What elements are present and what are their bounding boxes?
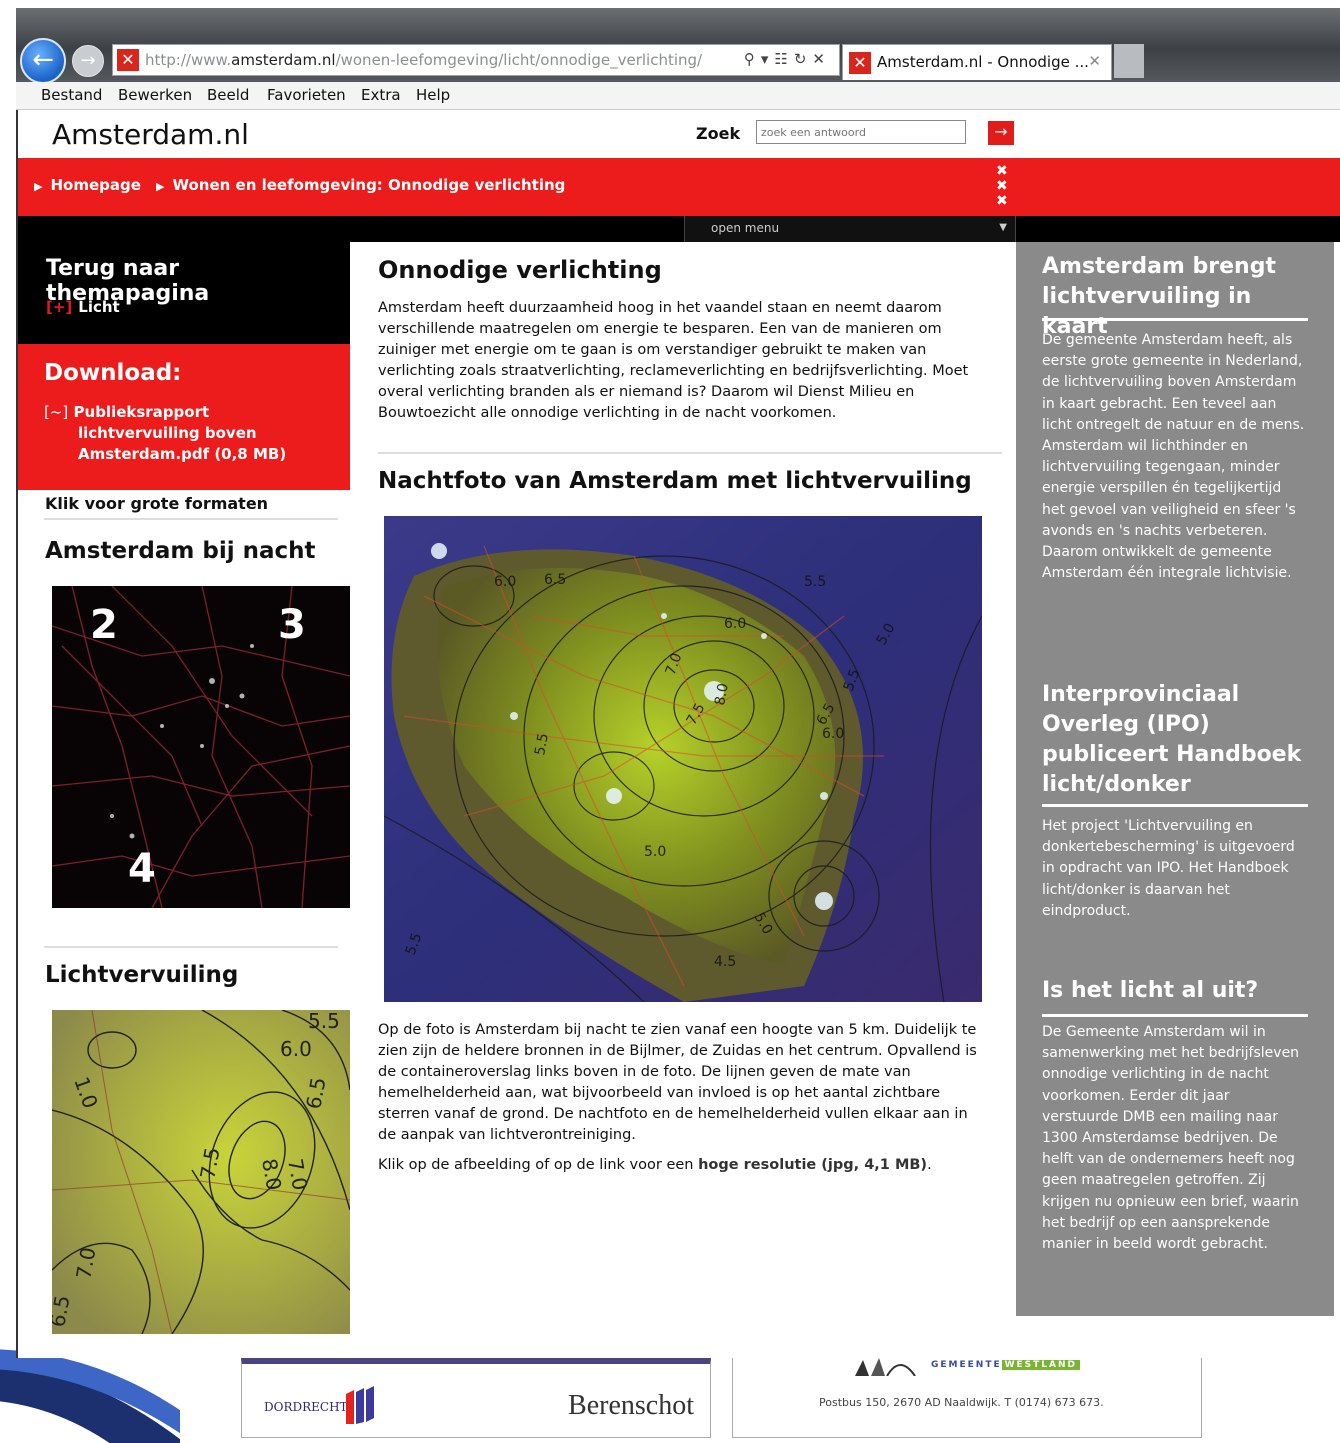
arrow-right-icon: ▶ (34, 180, 43, 193)
menu-bewerken[interactable]: Bewerken (118, 86, 192, 104)
dordrecht-flag-icon (346, 1386, 374, 1424)
menu-help[interactable]: Help (416, 86, 450, 104)
menu-bar: Bestand Bewerken Beeld Favorieten Extra … (16, 82, 1340, 110)
large-formats-link[interactable]: Klik voor grote formaten (45, 494, 268, 513)
westland-logo-text: GEMEENTE WESTLAND (931, 1360, 1081, 1370)
contour-label: 6.5 (544, 572, 566, 588)
partner-card-left: DORDRECHT Berenschot (241, 1358, 711, 1438)
pollution-title: Lichtvervuiling (45, 962, 239, 988)
night-label-3: 3 (278, 602, 306, 648)
compat-icon[interactable]: ☷ (774, 50, 793, 68)
divider (44, 946, 338, 948)
breadcrumb-bar: ▶ Homepage ▶ Wonen en leefomgeving: Onnodi… (18, 158, 1340, 216)
tab-amsterdam[interactable]: ✕ Amsterdam.nl - Onnodige ... ✕ (842, 44, 1112, 80)
night-photo-map[interactable]: 6.0 6.5 7.0 5.5 6.0 7.5 8.0 6.5 6.0 5.5 … (384, 516, 982, 1002)
back-button[interactable]: ← (20, 38, 66, 84)
download-link[interactable]: [~] Publieksrapport lichtvervuiling bove… (44, 402, 286, 465)
menu-favorieten[interactable]: Favorieten (267, 86, 346, 104)
download-title: Download: (44, 360, 182, 386)
web-page: Amsterdam.nl Zoek → ▶Homepage ▶Wonen en … (16, 110, 1340, 1358)
night-title: Amsterdam bij nacht (45, 538, 316, 564)
certificate-error-icon: ✕ (117, 49, 139, 71)
news2-title[interactable]: Interprovinciaal Overleg (IPO) publiceer… (1042, 680, 1312, 800)
licht-link[interactable]: [+] Licht (46, 298, 120, 316)
news1-title[interactable]: Amsterdam brengt lichtvervuiling in kaar… (1042, 252, 1312, 342)
photo-caption: Op de foto is Amsterdam bij nacht te zie… (378, 1022, 977, 1143)
partner-card-right: GEMEENTE WESTLAND Postbus 150, 2670 AD Na… (732, 1358, 1202, 1438)
stop-icon[interactable]: ✕ (812, 50, 831, 68)
highres-line: Klik op de afbeelding of op de link voor… (378, 1157, 932, 1173)
open-menu-button[interactable]: open menu ▼ (684, 216, 1016, 242)
menu-bestand[interactable]: Bestand (41, 86, 102, 104)
pollution-thumbnail[interactable]: 5.5 6.0 1.0 6.5 8.0 7.0 7.5 7.0 6.5 (52, 1010, 350, 1334)
night-label-4: 4 (128, 846, 156, 892)
breadcrumb-current[interactable]: ▶ Wonen en leefomgeving: Onnodige verlich… (156, 176, 565, 194)
westland-logo-icon (855, 1358, 916, 1376)
chevron-down-icon: ▼ (999, 222, 1007, 233)
night-thumbnail[interactable]: 2 3 4 (52, 586, 350, 908)
menu-bar-black: open menu ▼ (18, 216, 1340, 242)
search-label: Zoek (696, 124, 741, 143)
divider (44, 518, 338, 520)
url-text: http://www.amsterdam.nl/wonen-leefomgevi… (145, 51, 703, 69)
page-title: Onnodige verlichting (378, 256, 662, 284)
breadcrumb-home[interactable]: ▶ Homepage (34, 176, 141, 194)
westland-address: Postbus 150, 2670 AD Naaldwijk. T (0174)… (819, 1396, 1104, 1409)
close-tab-icon[interactable]: ✕ (1088, 52, 1101, 70)
divider (1042, 804, 1308, 807)
refresh-icon[interactable]: ↻ (794, 50, 813, 68)
divider (1042, 1014, 1308, 1017)
search-submit-button[interactable]: → (988, 121, 1014, 145)
contour-label: 4.5 (714, 954, 736, 970)
highres-link[interactable]: hoge resolutie (jpg, 4,1 MB) (698, 1157, 927, 1173)
divider (1042, 318, 1308, 321)
contour-label: 5.5 (308, 1010, 340, 1033)
tab-label: Amsterdam.nl - Onnodige ... (877, 53, 1089, 71)
search-icon[interactable]: ⚲ (744, 50, 761, 68)
contour-label: 6.0 (724, 616, 746, 632)
menu-beeld[interactable]: Beeld (207, 86, 249, 104)
arrow-right-icon: ▶ (156, 180, 165, 193)
contour-label: 6.0 (822, 726, 844, 742)
sidebar-right: Amsterdam brengt lichtvervuiling in kaar… (1016, 242, 1334, 1316)
berenschot-logo-text: Berenschot (568, 1390, 694, 1421)
download-block: Download: [~] Publieksrapport lichtvervu… (18, 344, 350, 490)
contour-label: 5.5 (804, 574, 826, 590)
news3-title[interactable]: Is het licht al uit? (1042, 976, 1312, 1006)
site-logo[interactable]: Amsterdam.nl (52, 118, 249, 151)
new-tab-button[interactable] (1114, 44, 1144, 78)
forward-button[interactable]: → (72, 45, 104, 77)
close-icon[interactable]: ✖ ✖ ✖ (996, 164, 1008, 209)
address-tools[interactable]: ⚲▾☷↻✕ (744, 50, 831, 68)
news2-text: Het project 'Lichtvervuiling en donkerte… (1042, 818, 1295, 919)
back-to-theme-block: Terug naar themapagina [+] Licht (18, 242, 350, 344)
divider (378, 452, 1002, 454)
contour-label: 6.0 (494, 574, 516, 590)
intro-text: Amsterdam heeft duurzaamheid hoog in het… (378, 300, 969, 421)
contour-label: 5.0 (644, 844, 666, 860)
news3-text: De Gemeente Amsterdam wil in samenwerkin… (1042, 1024, 1300, 1253)
night-label-2: 2 (90, 602, 118, 648)
dropdown-icon[interactable]: ▾ (761, 50, 775, 68)
dordrecht-logo-text: DORDRECHT (264, 1400, 348, 1414)
contour-label: 6.0 (280, 1037, 312, 1061)
news1-text: De gemeente Amsterdam heeft, als eerste … (1042, 332, 1305, 582)
menu-extra[interactable]: Extra (361, 86, 401, 104)
photo-title: Nachtfoto van Amsterdam met lichtvervuil… (378, 468, 972, 494)
tab-error-icon: ✕ (849, 52, 871, 74)
address-bar[interactable]: ✕ http://www.amsterdam.nl/wonen-leefomge… (112, 44, 840, 76)
search-input[interactable] (756, 120, 966, 144)
